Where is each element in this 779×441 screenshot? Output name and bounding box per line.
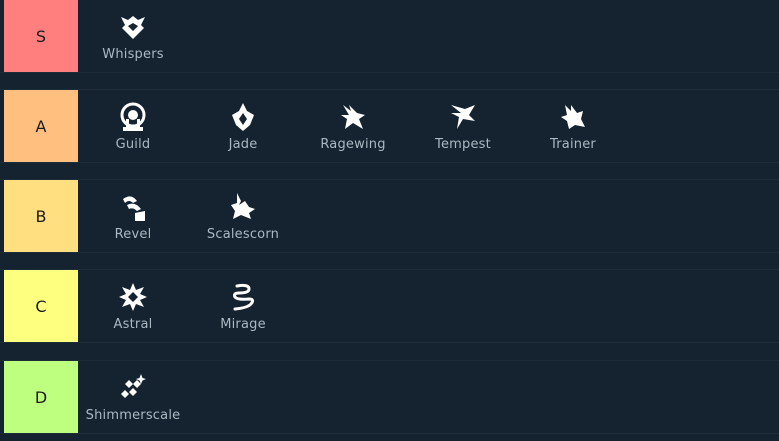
item-label-tempest: Tempest [435, 136, 491, 152]
tier-row-c: C Astral Mirage [0, 269, 779, 343]
shimmerscale-icon [117, 372, 149, 404]
tier-row-b: B Revel Scalescorn [0, 179, 779, 253]
item-astral[interactable]: Astral [78, 270, 188, 342]
item-trainer[interactable]: Trainer [518, 90, 628, 162]
guild-icon [117, 101, 149, 133]
item-label-whispers: Whispers [102, 46, 164, 62]
whispers-icon [117, 11, 149, 43]
item-jade[interactable]: Jade [188, 90, 298, 162]
item-tempest[interactable]: Tempest [408, 90, 518, 162]
item-scalescorn[interactable]: Scalescorn [188, 180, 298, 252]
item-label-scalescorn: Scalescorn [206, 226, 280, 242]
scalescorn-icon [227, 191, 259, 223]
item-label-astral: Astral [113, 316, 153, 332]
tier-label-d[interactable]: D [4, 361, 78, 433]
item-ragewing[interactable]: Ragewing [298, 90, 408, 162]
tier-items-a: Guild Jade Ragewing Tempest Trainer [78, 90, 779, 162]
tier-label-s[interactable]: S [4, 0, 78, 72]
ragewing-icon [337, 101, 369, 133]
tempest-icon [447, 101, 479, 133]
tier-row-s: S Whispers [0, 0, 779, 73]
tier-label-c[interactable]: C [4, 270, 78, 342]
tier-list: S Whispers A Guild Jade Ragewing Tempest… [0, 0, 779, 441]
item-label-trainer: Trainer [550, 136, 596, 152]
item-whispers[interactable]: Whispers [78, 0, 188, 72]
item-mirage[interactable]: Mirage [188, 270, 298, 342]
item-label-shimmerscale: Shimmerscale [85, 407, 181, 423]
trainer-icon [557, 101, 589, 133]
tier-row-d: D Shimmerscale [0, 360, 779, 434]
tier-items-s: Whispers [78, 0, 779, 72]
item-label-ragewing: Ragewing [320, 136, 386, 152]
tier-items-b: Revel Scalescorn [78, 180, 779, 252]
item-revel[interactable]: Revel [78, 180, 188, 252]
jade-icon [227, 101, 259, 133]
tier-items-d: Shimmerscale [78, 361, 779, 433]
item-label-revel: Revel [114, 226, 152, 242]
tier-label-a[interactable]: A [4, 90, 78, 162]
item-label-jade: Jade [228, 136, 258, 152]
mirage-icon [227, 281, 259, 313]
tier-label-b[interactable]: B [4, 180, 78, 252]
tier-row-a: A Guild Jade Ragewing Tempest Trainer [0, 89, 779, 163]
item-label-mirage: Mirage [220, 316, 266, 332]
item-label-guild: Guild [115, 136, 151, 152]
tier-items-c: Astral Mirage [78, 270, 779, 342]
astral-icon [117, 281, 149, 313]
item-shimmerscale[interactable]: Shimmerscale [78, 361, 188, 433]
item-guild[interactable]: Guild [78, 90, 188, 162]
revel-icon [117, 191, 149, 223]
